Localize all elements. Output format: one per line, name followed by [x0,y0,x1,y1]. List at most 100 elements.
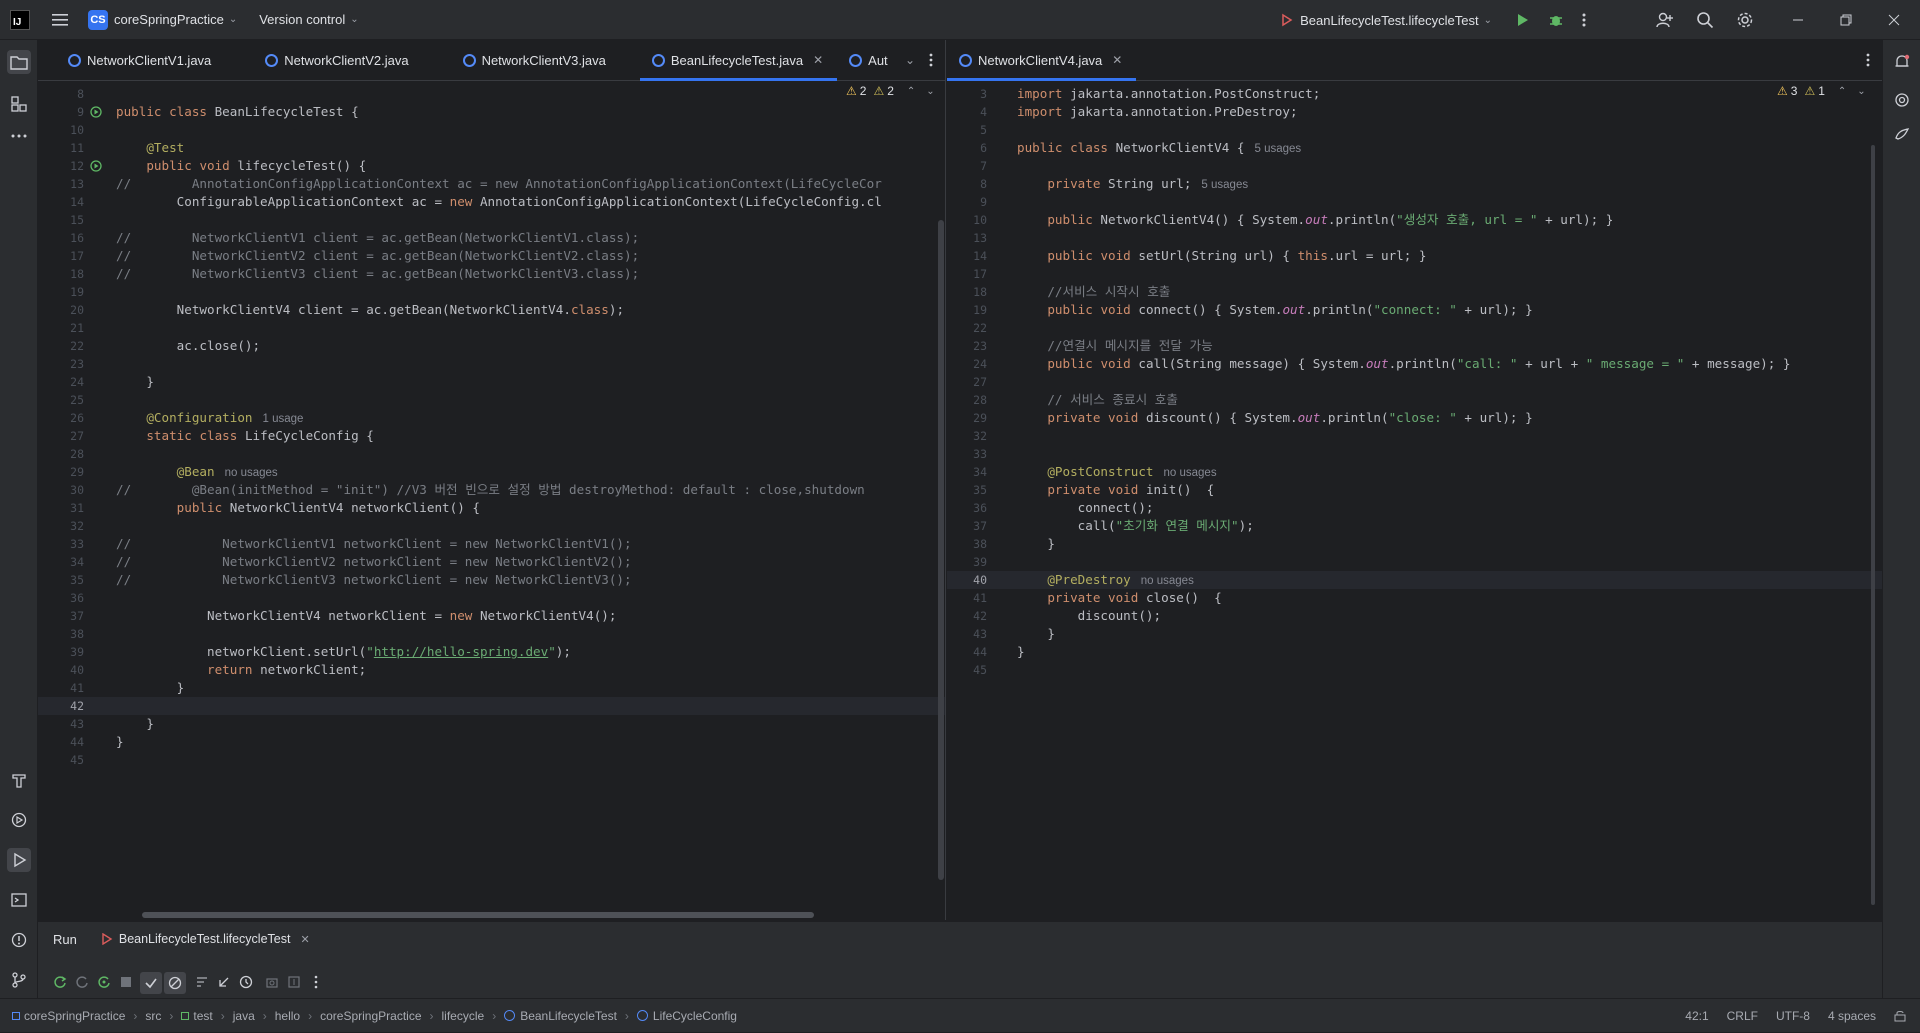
line-number[interactable]: 18 [957,283,987,301]
line-number[interactable]: 36 [957,499,987,517]
line-number[interactable]: 17 [957,265,987,283]
code-line[interactable]: 26 @Configuration 1 usage [38,409,945,427]
project-badge[interactable]: CS [88,9,108,30]
code-line[interactable]: 39 networkClient.setUrl("http://hello-sp… [38,643,945,661]
usage-inlay-hint[interactable]: 5 usages [1201,179,1248,191]
line-number[interactable]: 5 [957,121,987,139]
code-line[interactable]: 40 return networkClient; [38,661,945,679]
code-line[interactable]: 33 // NetworkClientV1 networkClient = new… [38,535,945,553]
line-number[interactable]: 42 [46,697,84,715]
line-number[interactable]: 26 [46,409,84,427]
horizontal-scrollbar[interactable] [142,912,814,918]
line-number[interactable]: 28 [46,445,84,463]
code-line[interactable]: 29 private void discount() { System.out.… [947,409,1882,427]
more-icon[interactable] [1866,53,1870,67]
more-tools-icon[interactable] [7,124,31,148]
file-encoding[interactable]: UTF-8 [1776,1009,1810,1023]
code-line[interactable]: 19 public void connect() { System.out.pr… [947,301,1882,319]
line-number[interactable]: 34 [46,553,84,571]
code-line[interactable]: 9 [947,193,1882,211]
code-line[interactable]: 10 [38,121,945,139]
breadcrumb-item[interactable]: BeanLifecycleTest [520,1009,617,1023]
code-line[interactable]: 13 // AnnotationConfigApplicationContext … [38,175,945,193]
line-number[interactable]: 33 [46,535,84,553]
tabs-overflow[interactable]: ⌄ [888,40,945,80]
code-line[interactable]: 11 @Test [38,139,945,157]
line-number[interactable]: 36 [46,589,84,607]
rerun-failed-icon[interactable] [72,972,92,992]
rerun-icon[interactable] [50,972,70,992]
code-line[interactable]: 10 public NetworkClientV4() { System.out… [947,211,1882,229]
stop-icon[interactable] [116,972,136,992]
code-line[interactable]: 9 public class BeanLifecycleTest { [38,103,945,121]
import-icon[interactable] [284,972,304,992]
code-line[interactable]: 18 // NetworkClientV3 client = ac.getBean… [38,265,945,283]
code-line[interactable]: 30 // @Bean(initMethod = "init") //V3 버전 … [38,481,945,499]
line-number[interactable]: 14 [46,193,84,211]
line-number[interactable]: 45 [46,751,84,769]
chevron-down-icon[interactable]: ⌄ [905,53,915,67]
code-line[interactable]: 22 ac.close(); [38,337,945,355]
usage-inlay-hint[interactable]: 1 usage [263,413,304,425]
line-number[interactable]: 10 [957,211,987,229]
code-editor-right[interactable]: 3 import jakarta.annotation.PostConstruct… [947,81,1882,920]
code-line[interactable]: 18 //서비스 시작시 호출 [947,283,1882,301]
code-line[interactable]: 5 [947,121,1882,139]
line-number[interactable]: 41 [957,589,987,607]
code-line[interactable]: 8 [38,85,945,103]
close-tab-icon[interactable]: ✕ [1112,53,1122,67]
breadcrumb-item[interactable]: test [193,1009,212,1023]
services-icon[interactable] [7,808,31,832]
line-number[interactable]: 42 [957,607,987,625]
code-line[interactable]: 31 public NetworkClientV4 networkClient(… [38,499,945,517]
code-line[interactable]: 12 public void lifecycleTest() { [38,157,945,175]
line-number[interactable]: 21 [46,319,84,337]
project-name[interactable]: coreSpringPractice [114,12,224,27]
code-line[interactable]: 8 private String url; 5 usages [947,175,1882,193]
breadcrumb-item[interactable]: LifeCycleConfig [653,1009,737,1023]
minimize-icon[interactable] [1792,14,1804,26]
breadcrumb-item[interactable]: coreSpringPractice [320,1009,421,1023]
close-tab-icon[interactable]: ✕ [300,933,309,946]
breadcrumb-item[interactable]: hello [275,1009,300,1023]
history-icon[interactable] [236,972,256,992]
collapse-icon[interactable] [214,972,234,992]
more-icon[interactable] [929,53,933,67]
line-number[interactable]: 24 [957,355,987,373]
sort-icon[interactable] [192,972,212,992]
line-number[interactable]: 19 [957,301,987,319]
breadcrumb-item[interactable]: coreSpringPractice [24,1009,125,1023]
code-line[interactable]: 38 } [947,535,1882,553]
code-line[interactable]: 23 [38,355,945,373]
add-user-icon[interactable] [1656,11,1674,29]
line-number[interactable]: 41 [46,679,84,697]
code-line[interactable]: 45 [947,661,1882,679]
code-line[interactable]: 14 ConfigurableApplicationContext ac = n… [38,193,945,211]
line-number[interactable]: 20 [46,301,84,319]
maximize-icon[interactable] [1840,14,1852,26]
run-tool-icon[interactable] [7,848,31,872]
run-test-gutter-icon[interactable] [90,160,102,172]
code-line[interactable]: 14 public void setUrl(String url) { this… [947,247,1882,265]
more-icon[interactable] [1582,12,1586,28]
line-number[interactable]: 35 [46,571,84,589]
menu-icon[interactable] [52,13,70,27]
show-ignored-icon[interactable] [164,972,186,994]
tab-autoappconfig[interactable]: AutoAppCon [837,40,888,80]
chevron-down-icon[interactable]: ⌄ [350,14,358,25]
code-line[interactable]: 41 private void close() { [947,589,1882,607]
line-number[interactable]: 9 [957,193,987,211]
code-line[interactable]: 28 // 서비스 종료시 호출 [947,391,1882,409]
line-number[interactable]: 32 [957,427,987,445]
line-number[interactable]: 31 [46,499,84,517]
code-line[interactable]: 24 } [38,373,945,391]
line-number[interactable]: 3 [957,85,987,103]
code-line[interactable]: 27 static class LifeCycleConfig { [38,427,945,445]
code-line[interactable]: 37 call("초기화 연결 메시지"); [947,517,1882,535]
run-panel-title[interactable]: Run [53,932,77,947]
breadcrumb-item[interactable]: java [233,1009,255,1023]
code-line[interactable]: 21 [38,319,945,337]
lock-icon[interactable] [1894,1010,1906,1022]
version-control-menu[interactable]: Version control [259,12,345,27]
code-line[interactable]: 42 discount(); [947,607,1882,625]
